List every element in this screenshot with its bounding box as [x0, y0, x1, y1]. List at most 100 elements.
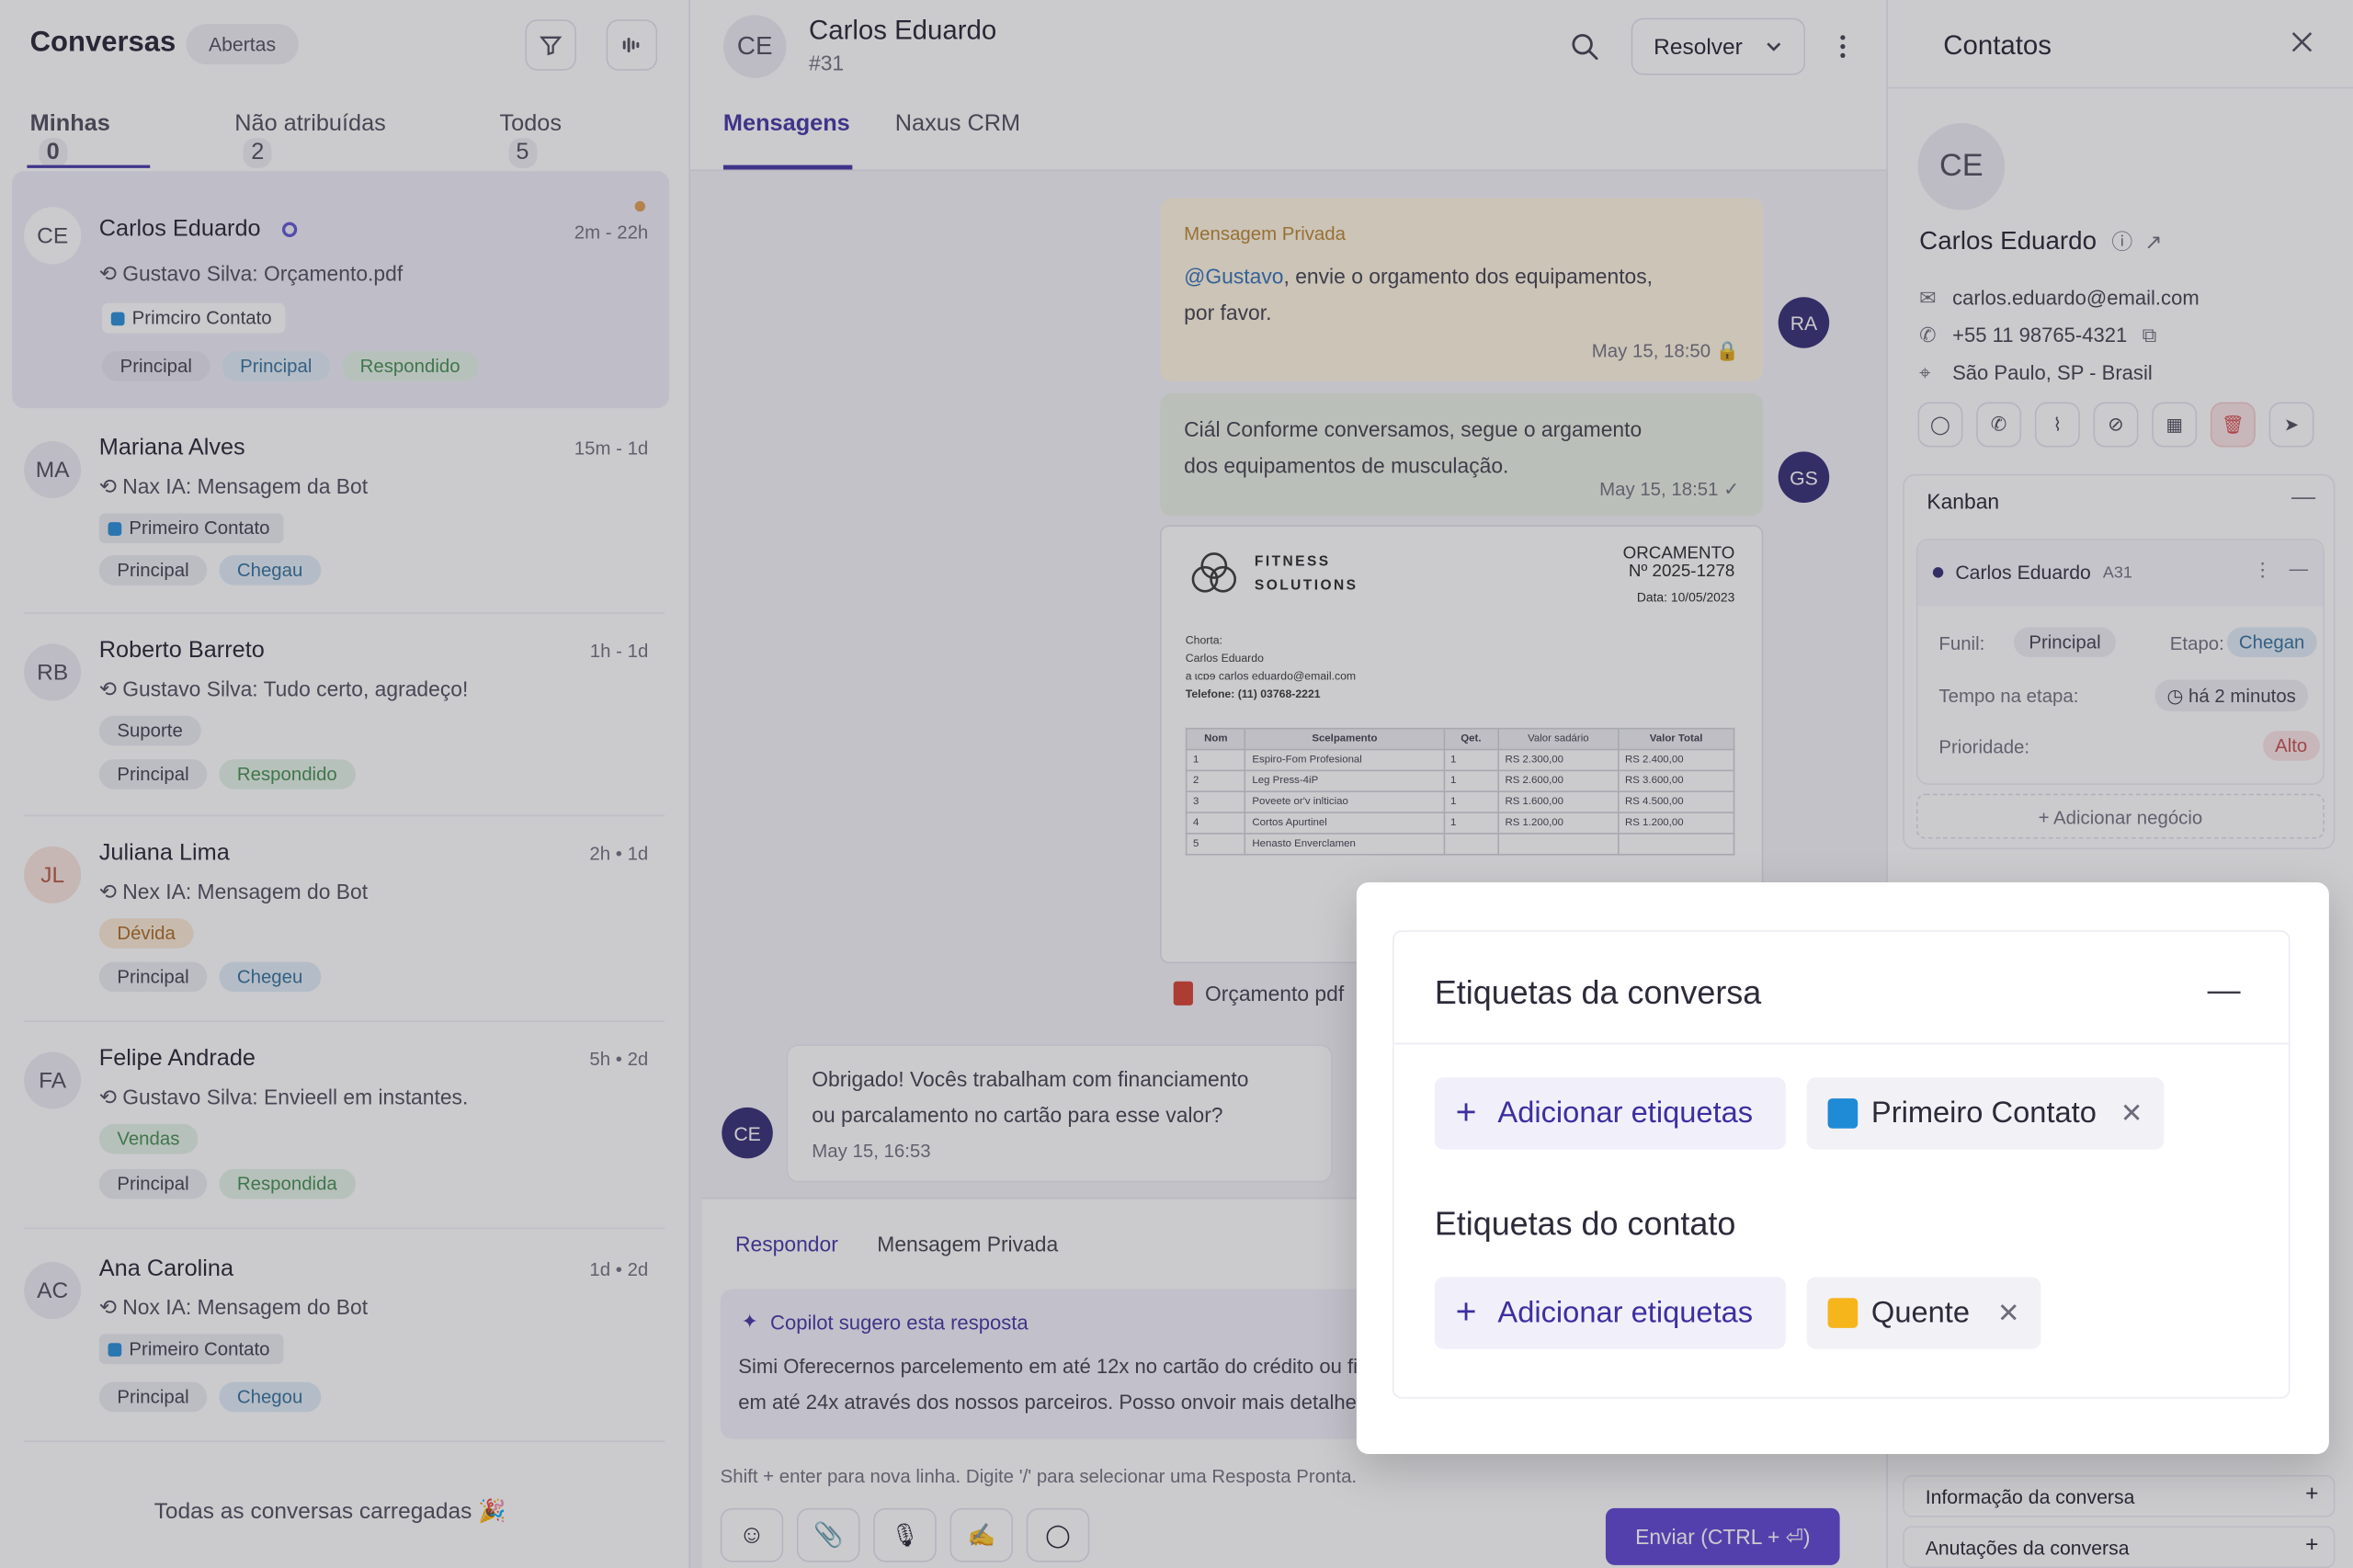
attach-button[interactable]: 📎 — [796, 1507, 860, 1562]
mention-link[interactable]: @Gustavo — [1184, 264, 1283, 288]
contact-actions: ◯ ✆ ⌇ ⊘ ▦ 🗑 ➤ — [1917, 402, 2328, 448]
whatsapp-icon: ◯ — [1045, 1523, 1071, 1549]
tab-naxus-crm[interactable]: Naxus CRM — [895, 111, 1020, 138]
chip: Chegou — [219, 1381, 321, 1413]
calendar-button[interactable]: ▦ — [2152, 402, 2198, 448]
contact-labels-title: Etiquetas do contato — [1434, 1205, 1736, 1243]
label-tag: Primeiro Contato — [98, 513, 284, 544]
label-color-swatch — [1827, 1098, 1859, 1129]
kanban-card[interactable]: Carlos Eduardo A31 ⋮ — Funil: Principal … — [1915, 539, 2325, 785]
conversation-label-tag: Primeiro Contato ✕ — [1806, 1077, 2165, 1150]
private-note-bubble: Mensagem Privada @Gustavo, envie o orgam… — [1160, 198, 1764, 381]
status-filter-badge[interactable]: Abertas — [186, 24, 299, 65]
more-vertical-icon[interactable] — [1828, 31, 1859, 62]
conversation-item[interactable]: CE Carlos Eduardo 2m - 22h ⟲ Gustavo Sil… — [12, 171, 670, 409]
info-icon[interactable]: ⓘ — [2111, 227, 2132, 257]
conversation-notes-section[interactable]: Anutações da conversa + — [1903, 1526, 2336, 1568]
quote-table: Nom Scelpamento Qet. Valor sadário Valor Tot… — [1185, 727, 1735, 856]
chat-contact-name: Carlos Eduardo — [808, 15, 997, 45]
emoji-button[interactable]: ☺ — [720, 1507, 784, 1562]
chip: Respondido — [219, 759, 356, 790]
search-icon[interactable] — [1570, 31, 1600, 62]
contact-name: Mariana Alves — [98, 435, 245, 461]
close-icon[interactable] — [2290, 30, 2313, 54]
edit-icon[interactable]: ↗ — [2144, 229, 2162, 255]
filter-button[interactable] — [525, 19, 576, 71]
remove-label-icon[interactable]: ✕ — [1997, 1297, 2020, 1328]
avatar: AC — [24, 1262, 82, 1320]
tab-todos[interactable]: Todos5 — [499, 111, 649, 168]
table-row: 2 Leg Press-4iP 1 RS 2.600,00 RS 3.600,00 — [1185, 769, 1735, 793]
remove-label-icon[interactable]: ✕ — [2120, 1097, 2143, 1129]
brand-name: FITNESS SOLUTIONS — [1254, 553, 1358, 595]
status-dot-icon — [1932, 567, 1944, 578]
avatar: MA — [24, 440, 82, 499]
last-message: ⟲ Gustavo Silva: Orçamento.pdf — [98, 261, 404, 286]
tab-responder[interactable]: Respondor — [735, 1232, 838, 1256]
contact-email[interactable]: carlos.eduardo@email.com — [1952, 279, 2200, 317]
resolve-button[interactable]: Resolver — [1631, 17, 1806, 75]
time-in-stage: ◷ há 2 minutos — [2154, 679, 2308, 711]
add-deal-button[interactable]: + Adicionar negócio — [1915, 793, 2325, 839]
last-message: ⟲ Nax IA: Mensagem da Bot — [98, 473, 369, 499]
chip: Principal — [222, 351, 330, 381]
contact-name: Felipe Andrade — [98, 1045, 256, 1072]
last-message: ⟲ Gustavo Silva: Envieell em instantes. — [98, 1085, 469, 1109]
phone-icon: ✆ — [1919, 324, 1937, 347]
table-row: 5 Henasto Enverclamen — [1185, 833, 1735, 856]
stage-value: Chegan — [2226, 627, 2317, 658]
labels-card: Etiquetas da conversa — + Adicionar etiqu… — [1392, 930, 2290, 1399]
lock-icon: 🔒 — [1715, 340, 1740, 362]
label-tag: Suporte — [98, 715, 201, 746]
pdf-file-icon — [1173, 981, 1193, 1006]
add-conversation-label-button[interactable]: + Adicionar etiquetas — [1434, 1077, 1786, 1150]
conversation-item[interactable]: MA Mariana Alves 15m - 1d ⟲ Nax IA: Mens… — [12, 435, 669, 600]
conversation-item[interactable]: AC Ana Carolina 1d • 2d ⟲ Nox IA: Mensag… — [12, 1256, 669, 1422]
table-row: 3 Poveete or'v inlticiao 1 RS 1.600,00 RS 4.… — [1185, 790, 1735, 813]
attachment-file[interactable]: Orçamento pdf — [1173, 981, 1344, 1006]
labels-modal: Etiquetas da conversa — + Adicionar etiqu… — [1356, 881, 2329, 1455]
attach-action-button[interactable]: ⌇ — [2034, 402, 2080, 448]
expand-plus-icon: + — [2305, 1531, 2319, 1558]
collapse-icon[interactable]: — — [2291, 484, 2315, 511]
send-action-button[interactable]: ➤ — [2268, 402, 2314, 448]
card-menu-icon[interactable]: ⋮ — [2253, 558, 2271, 581]
contact-name: Juliana Lima — [98, 840, 230, 867]
conversation-item[interactable]: FA Felipe Andrade 5h • 2d ⟲ Gustavo Silv… — [12, 1046, 669, 1211]
conversation-info-section[interactable]: Informação da conversa + — [1903, 1474, 2336, 1517]
sort-button[interactable] — [606, 19, 658, 71]
expand-plus-icon: + — [2305, 1481, 2319, 1507]
audio-button[interactable]: 🎙 — [873, 1507, 937, 1562]
block-button[interactable]: ⊘ — [2093, 402, 2139, 448]
last-message: ⟲ Nex IA: Mensagem do Bot — [98, 879, 369, 903]
delete-button[interactable]: 🗑 — [2210, 402, 2256, 448]
avatar: CE — [24, 207, 82, 265]
whatsapp-action-button[interactable]: ◯ — [1917, 402, 1963, 448]
phone-icon: ✆ — [1990, 412, 2007, 436]
conversation-item[interactable]: RB Roberto Barreto 1h - 1d ⟲ Gustavo Sil… — [12, 638, 669, 803]
conversation-labels-title: Etiquetas da conversa — [1434, 973, 1762, 1012]
whatsapp-button[interactable]: ◯ — [1026, 1507, 1090, 1562]
tab-minhas[interactable]: Minhas0 — [30, 111, 196, 168]
minimize-icon[interactable]: — — [2208, 971, 2241, 1009]
tab-mensagens[interactable]: Mensagens — [723, 111, 850, 138]
copy-icon[interactable]: ⧉ — [2143, 316, 2157, 354]
contact-phone[interactable]: +55 11 98765-4321 — [1952, 316, 2127, 354]
last-message: ⟲ Nox IA: Mensagem do Bot — [98, 1294, 369, 1320]
add-contact-label-button[interactable]: + Adicionar etiquetas — [1434, 1277, 1786, 1349]
copilot-suggestion[interactable]: ✦ Copilot sugero esta resposta Simi Ofere… — [720, 1289, 1381, 1439]
call-button[interactable]: ✆ — [1976, 402, 2022, 448]
priority-badge: Alto — [2263, 731, 2320, 761]
send-button[interactable]: Enviar (CTRL + ⏎) — [1605, 1507, 1840, 1565]
funnel-value: Principal — [2014, 627, 2116, 658]
message-bubble: Ciál Conforme conversamos, segue o argam… — [1160, 392, 1764, 517]
conversation-item[interactable]: JL Juliana Lima 2h • 1d ⟲ Nex IA: Mensag… — [12, 840, 669, 1006]
collapse-icon[interactable]: — — [2290, 558, 2308, 579]
signature-button[interactable]: ✍ — [949, 1507, 1014, 1562]
timestamp: 1d • 2d — [589, 1258, 649, 1280]
kanban-section: Kanban — Carlos Eduardo A31 ⋮ — Funil: P… — [1903, 473, 2336, 850]
tab-private-note[interactable]: Mensagem Privada — [877, 1232, 1058, 1256]
tab-nao-atribuidas[interactable]: Não atribuídas2 — [234, 111, 460, 168]
chip: Respondido — [342, 351, 479, 381]
microphone-icon: 🎙 — [890, 1523, 920, 1549]
